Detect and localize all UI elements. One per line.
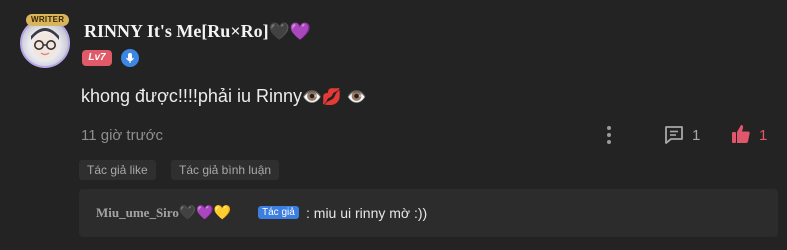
nested-reply[interactable]: Miu_ume_Siro🖤💜💛 Tác giả : miu ui rinny m…	[79, 189, 778, 237]
avatar-container[interactable]: WRITER	[18, 14, 74, 72]
timestamp: 11 giờ trước	[81, 127, 163, 144]
reply-author-name: Miu_ume_Siro	[96, 205, 179, 220]
reply-count[interactable]: 1	[692, 127, 700, 144]
username-text: RINNY It's Me[Ru×Ro]	[84, 21, 269, 41]
reply-author[interactable]: Miu_ume_Siro🖤💜💛	[96, 205, 231, 221]
more-vertical-icon[interactable]	[600, 124, 618, 146]
author-tag-badge: Tác giả	[258, 206, 299, 219]
username-hearts: 🖤💜	[268, 22, 311, 42]
username[interactable]: RINNY It's Me[Ru×Ro]🖤💜	[84, 21, 311, 42]
author-replied-tag: Tác giả bình luận	[171, 160, 280, 180]
comment-text: khong được!!!!phải iu Rinny👁️💋 👁️	[81, 86, 367, 107]
comment-card: WRITER RINNY It's Me[Ru×Ro]🖤💜 Lv7 khong …	[0, 0, 787, 250]
reply-text: : miu ui rinny mờ :))	[306, 205, 428, 221]
like-count[interactable]: 1	[759, 127, 767, 144]
level-badge: Lv7	[82, 50, 112, 66]
thumbs-up-icon[interactable]	[730, 123, 752, 145]
reply-author-hearts: 🖤💜💛	[178, 205, 232, 221]
avatar-image	[31, 28, 59, 59]
comment-bubble-icon[interactable]	[663, 124, 685, 146]
comment-text-body: khong được!!!!phải iu Rinny	[81, 86, 302, 106]
comment-text-emojis: 👁️💋 👁️	[301, 87, 367, 106]
writer-badge: WRITER	[26, 14, 70, 26]
microphone-badge-icon	[121, 49, 139, 67]
author-liked-tag: Tác giả like	[79, 160, 156, 180]
